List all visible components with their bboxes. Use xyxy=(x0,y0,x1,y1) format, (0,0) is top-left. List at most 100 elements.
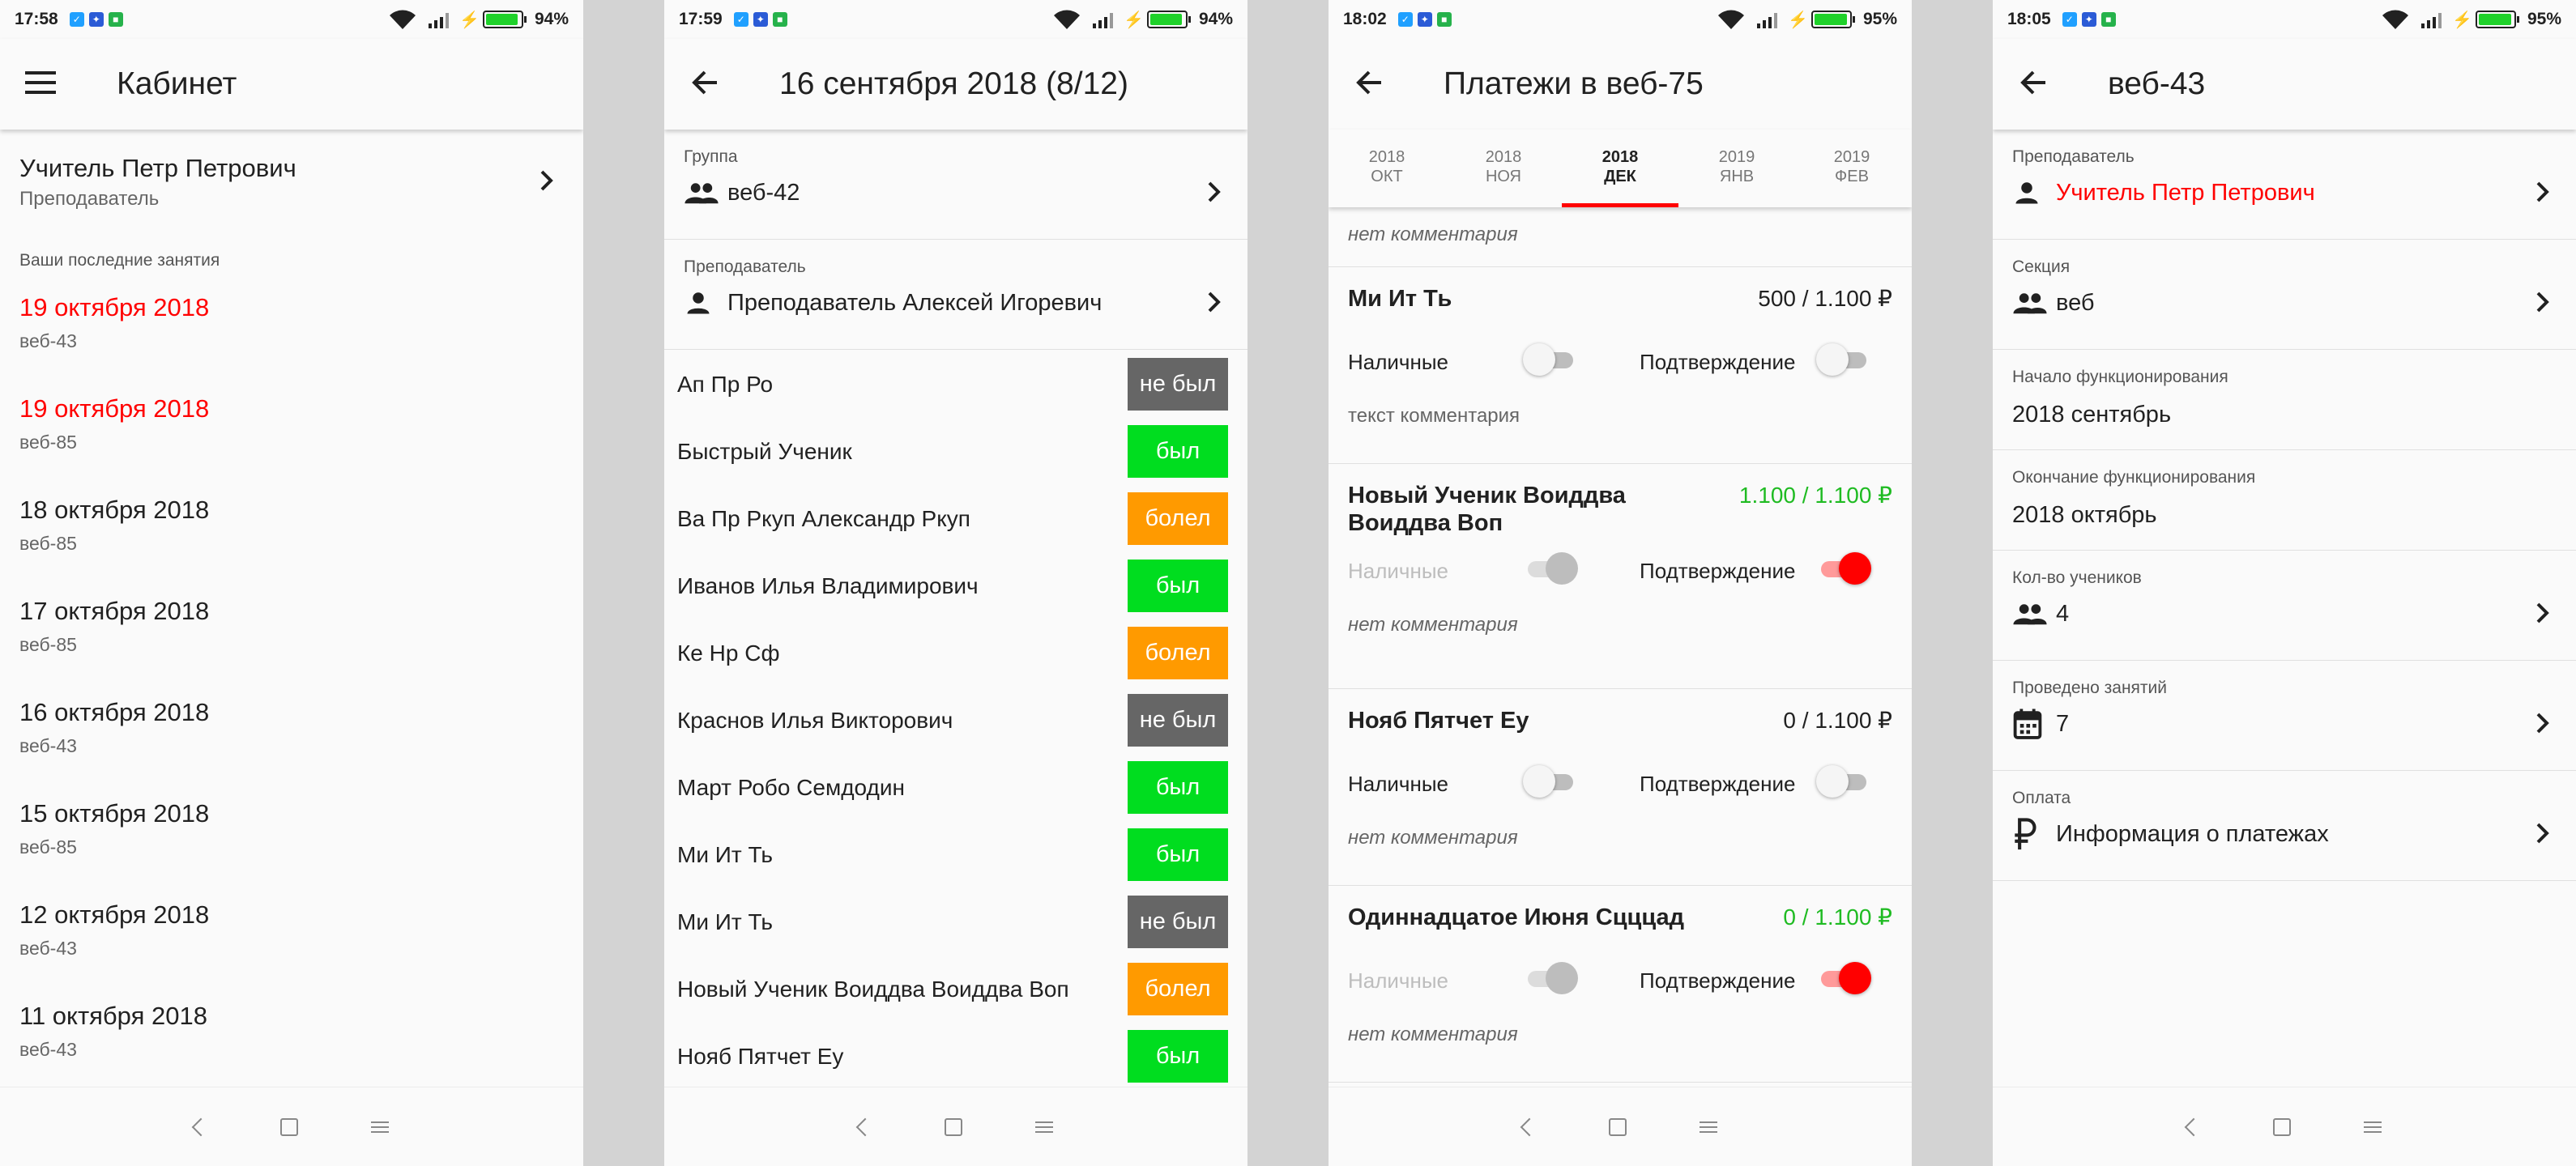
payment-amount: 1.100 / 1.100 ₽ xyxy=(1738,483,1892,508)
teacher-row[interactable]: Преподаватель Преподаватель Алексей Игоре… xyxy=(664,240,1247,350)
nav-recents-icon[interactable] xyxy=(1700,1121,1717,1133)
info-value: Учитель Петр Петрович xyxy=(2056,179,2315,206)
status-bar: 17:58 ✓ ✦ ■ ⚡ 94% xyxy=(0,0,583,39)
payment-item[interactable]: Одиннадцатое Июня Сцццад 0 / 1.100 ₽ Налич… xyxy=(1329,886,1912,1083)
payment-item[interactable]: Новый Ученик Воиддва Воиддва Воп 1.100 / … xyxy=(1329,464,1912,689)
tab-month[interactable]: 2018 ОКТ xyxy=(1346,147,1427,186)
back-button[interactable] xyxy=(664,39,745,130)
attendance-row: Быстрый Ученик был xyxy=(664,418,1247,485)
nav-home-icon[interactable] xyxy=(1609,1117,1627,1136)
nav-back-icon[interactable] xyxy=(855,1117,875,1136)
student-name: Одиннадцатое Июня Сцццад xyxy=(1348,904,1685,930)
attendance-status-button[interactable]: не был xyxy=(1128,358,1228,411)
content-area: Учитель Петр Петрович Преподаватель Ваши п… xyxy=(0,130,583,1087)
back-arrow-icon xyxy=(1355,70,1383,100)
battery-percent: 95% xyxy=(2527,10,2561,28)
info-row[interactable]: Секция веб xyxy=(1993,240,2576,350)
lesson-item[interactable]: 16 октября 2018 веб-43 xyxy=(19,698,209,757)
system-nav-bar xyxy=(1993,1087,2576,1166)
battery-icon xyxy=(482,11,527,28)
lesson-group: веб-43 xyxy=(19,735,77,756)
lesson-item[interactable]: 19 октября 2018 веб-85 xyxy=(19,394,209,453)
lesson-date: 19 октября 2018 xyxy=(19,394,210,423)
back-button[interactable] xyxy=(1329,39,1410,130)
attendance-status-button[interactable]: болел xyxy=(1128,627,1228,679)
back-arrow-icon xyxy=(2019,70,2047,100)
app-bar: Кабинет xyxy=(0,39,583,130)
attendance-status-button[interactable]: не был xyxy=(1128,896,1228,948)
status-bar: 18:02 ✓ ✦ ■ ⚡ 95% xyxy=(1329,0,1912,39)
tab-month-label: НОЯ xyxy=(1485,168,1521,185)
confirm-toggle[interactable] xyxy=(1816,343,1871,376)
attendance-status-button[interactable]: был xyxy=(1128,828,1228,881)
info-row[interactable]: Проведено занятий 7 xyxy=(1993,661,2576,771)
battery-icon xyxy=(1810,11,1855,28)
confirm-toggle[interactable] xyxy=(1816,962,1871,994)
student-name: Нояб Пятчет Еу xyxy=(677,1043,844,1069)
info-row[interactable]: Оплата Информация о платежах xyxy=(1993,771,2576,881)
menu-icon xyxy=(25,70,56,98)
nav-back-icon[interactable] xyxy=(191,1117,211,1136)
lesson-date: 11 октября 2018 xyxy=(19,1002,207,1030)
student-name: Новый Ученик Воиддва Воиддва Воп xyxy=(677,976,1069,1002)
nav-recents-icon[interactable] xyxy=(2364,1121,2382,1133)
nav-back-icon[interactable] xyxy=(2184,1117,2203,1136)
status-time: 17:58 xyxy=(15,10,58,28)
attendance-status-button[interactable]: был xyxy=(1128,1030,1228,1083)
notification-icon: ■ xyxy=(1436,12,1452,27)
group-value: веб-42 xyxy=(727,179,800,206)
student-name: Ке Нр Сф xyxy=(677,640,780,666)
info-row[interactable]: Преподаватель Учитель Петр Петрович xyxy=(1993,130,2576,240)
menu-button[interactable] xyxy=(0,39,81,130)
info-label: Оплата xyxy=(2012,789,2071,807)
nav-home-icon[interactable] xyxy=(280,1117,298,1136)
system-nav-bar xyxy=(1329,1087,1912,1166)
info-row[interactable]: Кол-во учеников 4 xyxy=(1993,551,2576,661)
attendance-row: Ке Нр Сф болел xyxy=(664,619,1247,687)
confirm-toggle[interactable] xyxy=(1816,765,1871,798)
tab-month[interactable]: 2018 НОЯ xyxy=(1463,147,1544,186)
cash-toggle[interactable] xyxy=(1523,765,1578,798)
payment-item[interactable]: Нояб Пятчет Еу 0 / 1.100 ₽ Наличные Подтвер… xyxy=(1329,689,1912,886)
group-row[interactable]: Группа веб-42 xyxy=(664,130,1247,240)
group-icon xyxy=(2012,598,2048,630)
attendance-row: Ми Ит Ть был xyxy=(664,821,1247,888)
cash-toggle[interactable] xyxy=(1523,343,1578,376)
nav-home-icon[interactable] xyxy=(945,1117,962,1136)
info-row: Начало функционирования 2018 сентябрь xyxy=(1993,350,2576,450)
tab-month[interactable]: 2019 ФЕВ xyxy=(1811,147,1892,186)
profile-row[interactable]: Учитель Петр Петрович Преподаватель xyxy=(19,154,564,219)
lesson-item[interactable]: 18 октября 2018 веб-85 xyxy=(19,496,209,555)
lesson-item[interactable]: 19 октября 2018 веб-43 xyxy=(19,293,209,352)
lesson-group: веб-85 xyxy=(19,836,77,857)
nav-home-icon[interactable] xyxy=(2273,1117,2291,1136)
nav-recents-icon[interactable] xyxy=(1035,1121,1053,1133)
nav-recents-icon[interactable] xyxy=(371,1121,389,1133)
back-button[interactable] xyxy=(1993,39,2074,130)
screen-title: Платежи в веб-75 xyxy=(1444,66,1704,101)
lesson-item[interactable]: 11 октября 2018 веб-43 xyxy=(19,1002,207,1061)
tab-month[interactable]: 2018 ДЕК xyxy=(1580,147,1661,186)
tab-month[interactable]: 2019 ЯНВ xyxy=(1696,147,1777,186)
tab-indicator xyxy=(1562,203,1678,207)
confirm-toggle[interactable] xyxy=(1816,552,1871,585)
lesson-item[interactable]: 15 октября 2018 веб-85 xyxy=(19,799,209,858)
payment-item[interactable]: Ми Ит Ть 500 / 1.100 ₽ Наличные Подтвержден… xyxy=(1329,267,1912,464)
attendance-status-button[interactable]: болел xyxy=(1128,963,1228,1015)
notification-icon: ✓ xyxy=(733,12,748,27)
lesson-group: веб-43 xyxy=(19,1039,77,1060)
attendance-status-button[interactable]: был xyxy=(1128,425,1228,478)
section-title: Ваши последние занятия xyxy=(19,251,220,270)
attendance-status-button[interactable]: был xyxy=(1128,761,1228,814)
payment-amount: 0 / 1.100 ₽ xyxy=(1783,708,1892,733)
notification-icon: ✦ xyxy=(753,12,768,27)
tab-year: 2018 xyxy=(1485,148,1522,166)
payment-amount: 0 / 1.100 ₽ xyxy=(1783,904,1892,930)
lesson-item[interactable]: 17 октября 2018 веб-85 xyxy=(19,597,209,656)
attendance-status-button[interactable]: болел xyxy=(1128,492,1228,545)
attendance-status-button[interactable]: не был xyxy=(1128,694,1228,747)
payment-comment: нет комментария xyxy=(1348,614,1518,636)
nav-back-icon[interactable] xyxy=(1520,1117,1539,1136)
attendance-status-button[interactable]: был xyxy=(1128,560,1228,612)
lesson-item[interactable]: 12 октября 2018 веб-43 xyxy=(19,900,209,960)
